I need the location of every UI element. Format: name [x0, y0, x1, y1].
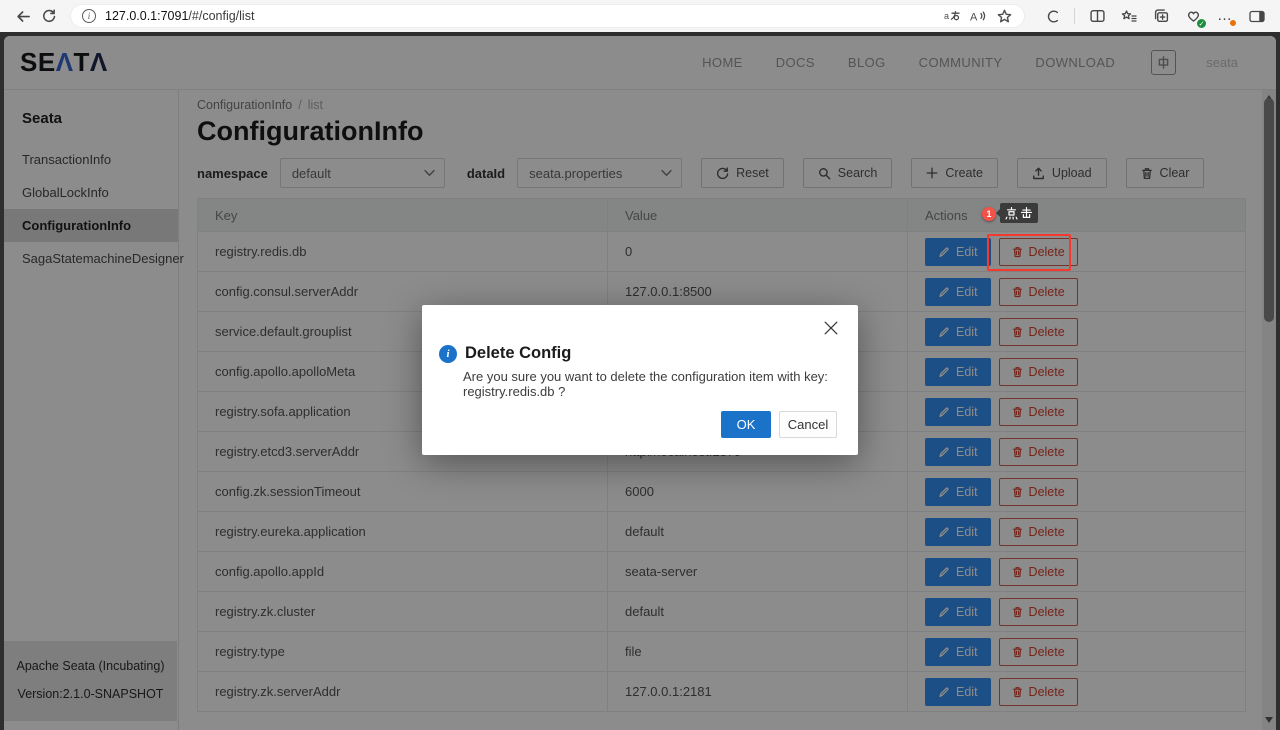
ok-button[interactable]: OK	[721, 411, 771, 438]
dialog-title: Delete Config	[465, 344, 571, 363]
toolbar-divider	[1074, 8, 1075, 24]
read-aloud-icon[interactable]: A	[967, 5, 989, 27]
url-path: /#/config/list	[188, 9, 254, 23]
split-screen-icon[interactable]	[1084, 3, 1110, 29]
browser-essentials-icon[interactable]: ✓	[1180, 3, 1206, 29]
site-info-icon[interactable]: i	[82, 9, 96, 23]
copilot-icon[interactable]	[1039, 3, 1065, 29]
annotation-step-badge: 1	[982, 207, 996, 221]
browser-window: i 127.0.0.1:7091/#/config/list a A	[0, 0, 1280, 730]
info-icon: i	[439, 345, 457, 363]
dialog-close-icon[interactable]	[822, 319, 840, 337]
translate-icon[interactable]: a	[941, 5, 963, 27]
seata-console-page: SEΛTΛ HOME DOCS BLOG COMMUNITY DOWNLOAD …	[4, 36, 1276, 730]
url-text: 127.0.0.1:7091/#/config/list	[105, 9, 937, 23]
cancel-button[interactable]: Cancel	[779, 411, 837, 438]
back-icon[interactable]	[10, 3, 36, 29]
tooltip-char-dian	[1005, 207, 1018, 220]
url-host: 127.0.0.1:7091	[105, 9, 188, 23]
browser-chrome: i 127.0.0.1:7091/#/config/list a A	[0, 0, 1280, 32]
svg-text:a: a	[944, 11, 949, 21]
favorites-bar-icon[interactable]	[1116, 3, 1142, 29]
dialog-buttons: OK Cancel	[721, 411, 837, 438]
essentials-check-badge: ✓	[1197, 19, 1206, 28]
address-bar[interactable]: i 127.0.0.1:7091/#/config/list a A	[70, 4, 1025, 28]
svg-text:A: A	[970, 11, 978, 23]
settings-more-icon[interactable]: …	[1212, 3, 1238, 29]
dialog-message: Are you sure you want to delete the conf…	[463, 369, 847, 399]
collections-icon[interactable]	[1148, 3, 1174, 29]
refresh-icon[interactable]	[36, 3, 62, 29]
annotation-highlight-rect	[987, 234, 1071, 271]
annotation-tooltip	[1000, 203, 1038, 223]
favorite-star-icon[interactable]	[993, 5, 1015, 27]
settings-notification-dot	[1229, 19, 1237, 27]
delete-config-dialog: i Delete Config Are you sure you want to…	[422, 305, 858, 455]
browser-toolbar-icons: ✓ …	[1039, 3, 1270, 29]
sidebar-panel-icon[interactable]	[1244, 3, 1270, 29]
tooltip-char-ji	[1020, 207, 1033, 220]
